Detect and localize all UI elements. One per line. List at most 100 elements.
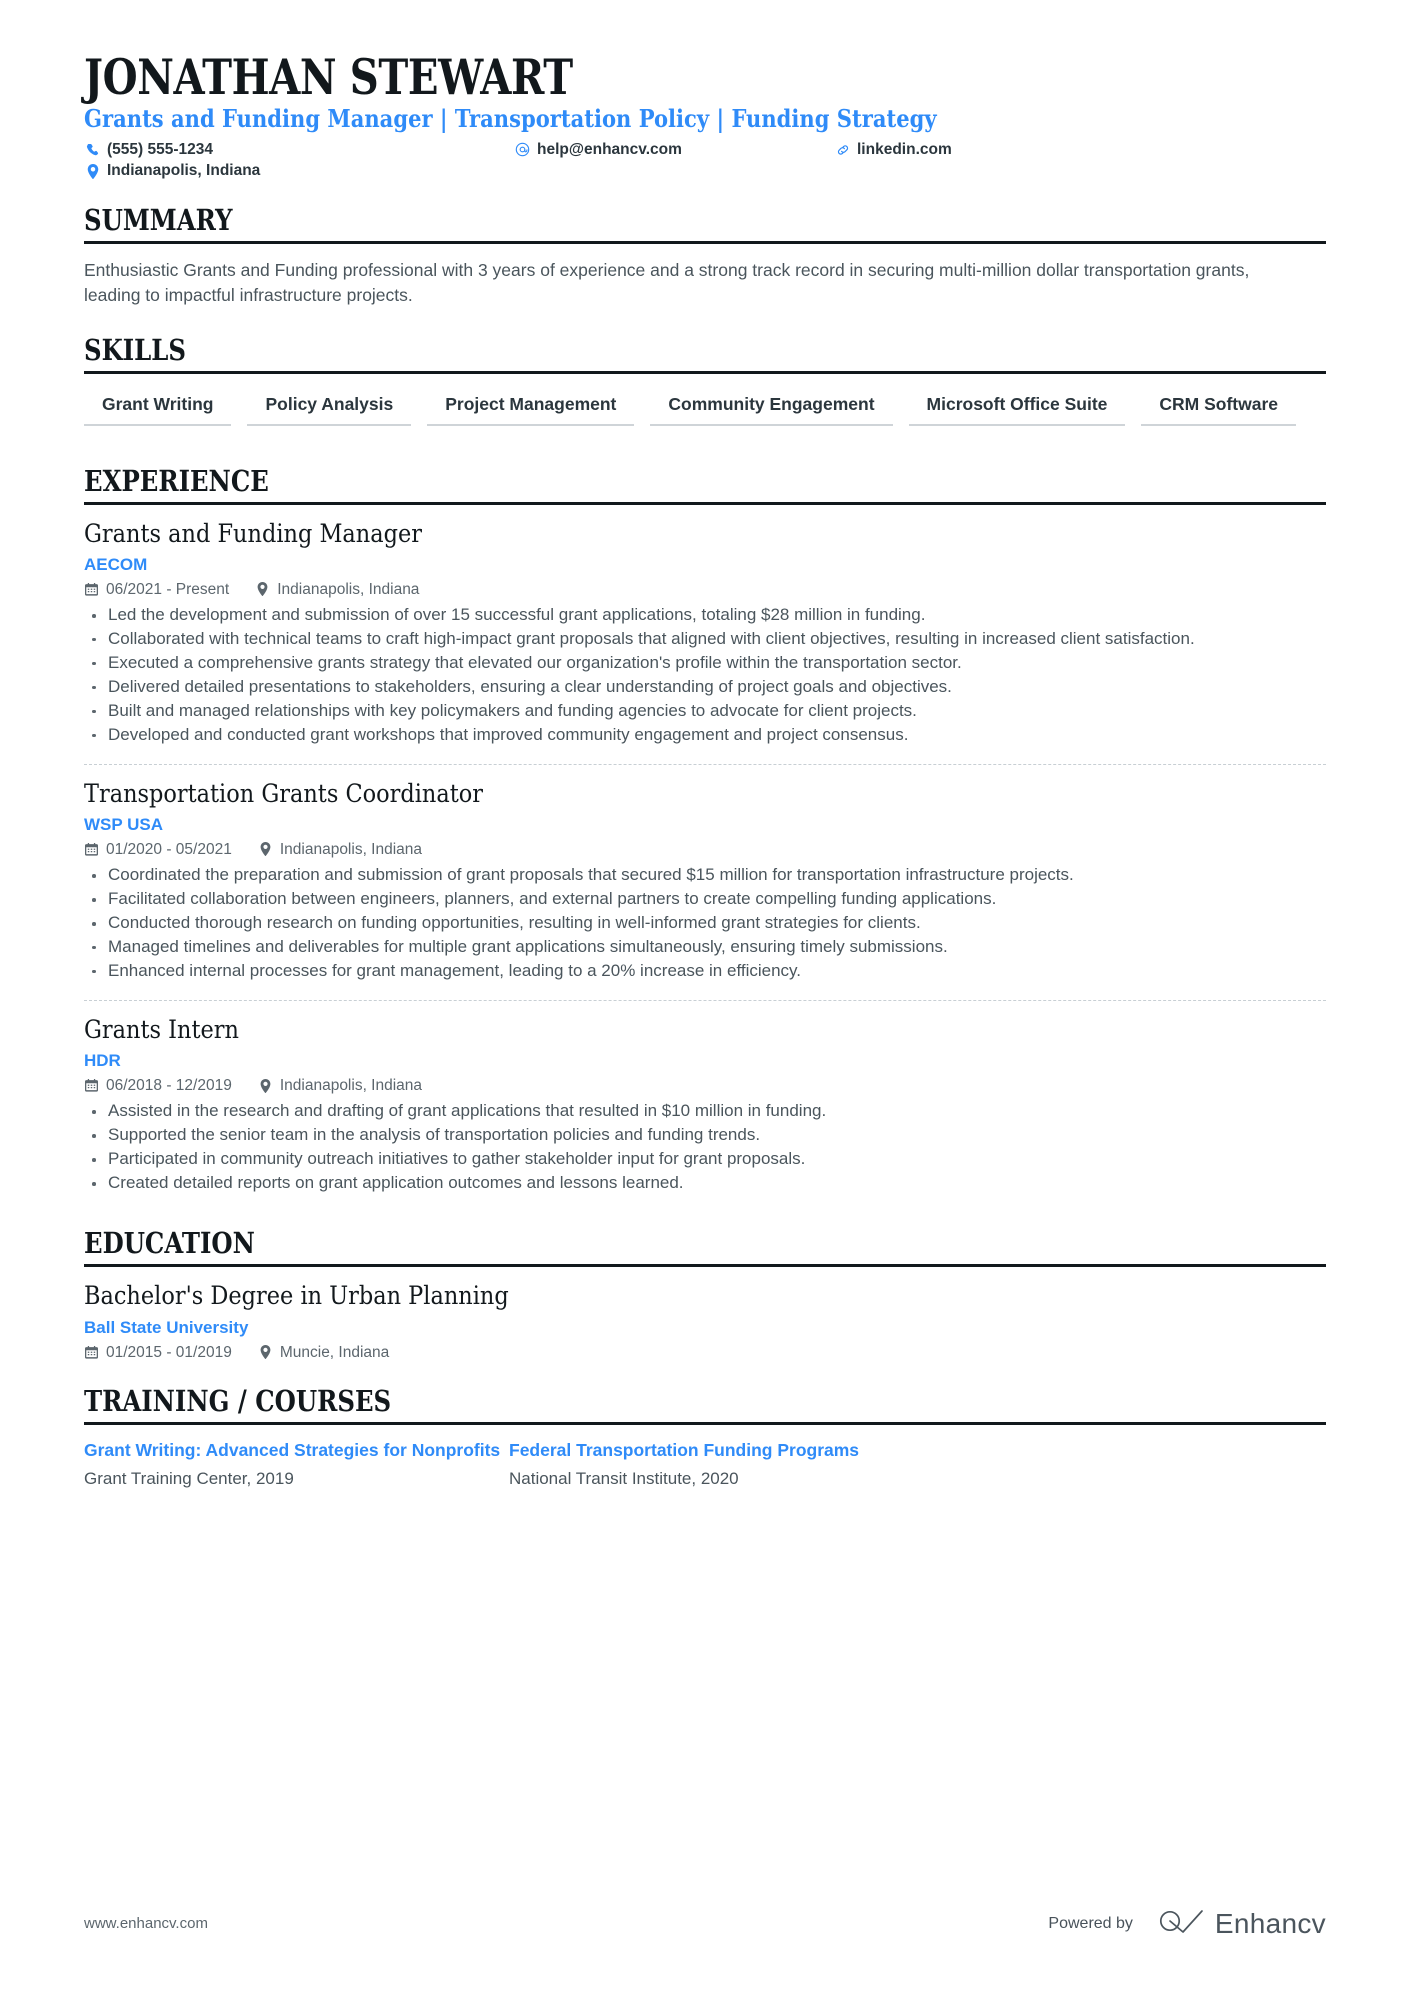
education-location-text: Muncie, Indiana: [279, 1343, 390, 1361]
section-training: TRAINING / COURSES Grant Writing: Advanc…: [84, 1385, 1326, 1490]
job-location-text: Indianapolis, Indiana: [279, 1076, 423, 1094]
summary-text: Enthusiastic Grants and Funding professi…: [84, 260, 1250, 306]
bullet-item: Enhanced internal processes for grant ma…: [84, 960, 1326, 983]
job-title: Grants Intern: [84, 1014, 239, 1045]
link-icon: [834, 142, 851, 158]
job-meta: 01/2020 - 05/2021 Indianapolis, Indiana: [84, 842, 1326, 858]
job-company: AECOM: [84, 555, 148, 575]
skill-chip: Microsoft Office Suite: [908, 388, 1126, 426]
location-icon: [84, 163, 101, 179]
contact-linkedin[interactable]: linkedin.com: [834, 142, 952, 158]
education-entry: Bachelor's Degree in Urban Planning Ball…: [84, 1281, 1326, 1360]
skill-chip: Project Management: [427, 388, 635, 426]
job-location-text: Indianapolis, Indiana: [279, 840, 423, 858]
skill-chip: Policy Analysis: [247, 388, 412, 426]
page-footer: www.enhancv.com Powered by Enhancv: [84, 1908, 1326, 1939]
experience-entry: Transportation Grants Coordinator WSP US…: [84, 763, 1326, 990]
section-title-education: EDUCATION: [84, 1226, 255, 1261]
phone-icon: [84, 142, 101, 158]
education-meta: 01/2015 - 01/2019 Muncie, Indiana: [84, 1345, 1326, 1361]
professional-headline: Grants and Funding Manager | Transportat…: [84, 104, 937, 134]
powered-by-label: Powered by: [1048, 1914, 1133, 1932]
resume-header: JONATHAN STEWART Grants and Funding Mana…: [84, 0, 1326, 179]
section-rule: [84, 1421, 1326, 1425]
job-dates-text: 01/2020 - 05/2021: [106, 840, 232, 858]
job-dates: 01/2020 - 05/2021: [84, 842, 232, 858]
footer-url[interactable]: www.enhancv.com: [84, 1915, 208, 1932]
course-name: Federal Transportation Funding Programs: [509, 1439, 860, 1460]
email-icon: [514, 142, 531, 158]
bullet-item: Supported the senior team in the analysi…: [84, 1124, 1326, 1147]
job-meta: 06/2018 - 12/2019 Indianapolis, Indiana: [84, 1078, 1326, 1094]
contact-linkedin-text: linkedin.com: [857, 141, 952, 159]
contact-block: (555) 555-1234 help@enhancv.com linkedin…: [84, 142, 1326, 180]
bullet-item: Facilitated collaboration between engine…: [84, 888, 1326, 911]
bullet-item: Participated in community outreach initi…: [84, 1148, 1326, 1171]
bullet-item: Developed and conducted grant workshops …: [84, 724, 1326, 747]
bullet-item: Managed timelines and deliverables for m…: [84, 936, 1326, 959]
job-location-text: Indianapolis, Indiana: [277, 580, 420, 598]
job-location: Indianapolis, Indiana: [255, 582, 419, 598]
job-dates: 06/2021 - Present: [84, 582, 229, 598]
education-dates-text: 01/2015 - 01/2019: [106, 1343, 232, 1361]
section-summary: SUMMARY Enthusiastic Grants and Funding …: [84, 204, 1326, 309]
section-education: EDUCATION Bachelor's Degree in Urban Pla…: [84, 1226, 1326, 1360]
job-location: Indianapolis, Indiana: [258, 1078, 422, 1094]
course-org: National Transit Institute, 2020: [509, 1469, 739, 1489]
contact-location-text: Indianapolis, Indiana: [107, 162, 261, 180]
section-title-experience: EXPERIENCE: [84, 463, 269, 498]
page-title: JONATHAN STEWART: [84, 48, 573, 106]
bullet-item: Built and managed relationships with key…: [84, 700, 1326, 723]
experience-entry: Grants and Funding Manager AECOM 06/2021…: [84, 519, 1326, 754]
bullet-item: Conducted thorough research on funding o…: [84, 912, 1326, 935]
enhancv-mark-icon: [1159, 1908, 1205, 1939]
section-title-skills: SKILLS: [84, 332, 187, 367]
contact-location: Indianapolis, Indiana: [84, 163, 260, 179]
location-icon: [255, 582, 270, 597]
bullet-item: Assisted in the research and drafting of…: [84, 1100, 1326, 1123]
education-location: Muncie, Indiana: [258, 1345, 389, 1361]
job-title: Grants and Funding Manager: [84, 518, 423, 549]
calendar-icon: [84, 1078, 99, 1093]
enhancv-logo: Enhancv: [1159, 1908, 1326, 1939]
job-title: Transportation Grants Coordinator: [84, 778, 484, 809]
footer-branding: Powered by Enhancv: [1048, 1908, 1326, 1939]
calendar-icon: [84, 842, 99, 857]
contact-phone-text: (555) 555-1234: [107, 141, 213, 159]
course-org: Grant Training Center, 2019: [84, 1469, 294, 1489]
section-experience: EXPERIENCE Grants and Funding Manager AE…: [84, 463, 1326, 1202]
course-entry: Grant Writing: Advanced Strategies for N…: [84, 1439, 509, 1490]
location-icon: [258, 1345, 273, 1360]
skill-chip: Community Engagement: [650, 388, 893, 426]
course-name: Grant Writing: Advanced Strategies for N…: [84, 1439, 501, 1460]
experience-entry: Grants Intern HDR 06/2018 - 12/2019 Indi…: [84, 999, 1326, 1202]
calendar-icon: [84, 582, 99, 597]
job-dates-text: 06/2018 - 12/2019: [106, 1076, 232, 1094]
section-rule: [84, 1263, 1326, 1267]
bullet-item: Collaborated with technical teams to cra…: [84, 628, 1326, 651]
education-dates: 01/2015 - 01/2019: [84, 1345, 232, 1361]
job-dates: 06/2018 - 12/2019: [84, 1078, 232, 1094]
section-rule: [84, 370, 1326, 374]
contact-email-text: help@enhancv.com: [537, 140, 682, 158]
job-company: HDR: [84, 1051, 121, 1071]
bullet-item: Coordinated the preparation and submissi…: [84, 864, 1326, 887]
job-dates-text: 06/2021 - Present: [106, 580, 230, 598]
skill-chip: Grant Writing: [84, 388, 232, 426]
enhancv-wordmark: Enhancv: [1214, 1907, 1326, 1939]
bullet-item: Led the development and submission of ov…: [84, 604, 1326, 627]
location-icon: [258, 1078, 273, 1093]
degree-title: Bachelor's Degree in Urban Planning: [84, 1280, 509, 1311]
job-bullets: Led the development and submission of ov…: [84, 604, 1326, 747]
section-rule: [84, 501, 1326, 505]
skill-chip: CRM Software: [1141, 388, 1297, 426]
contact-phone[interactable]: (555) 555-1234: [84, 142, 514, 158]
job-meta: 06/2021 - Present Indianapolis, Indiana: [84, 582, 1326, 598]
job-bullets: Coordinated the preparation and submissi…: [84, 864, 1326, 983]
contact-email[interactable]: help@enhancv.com: [514, 142, 834, 158]
courses-list: Grant Writing: Advanced Strategies for N…: [84, 1439, 1326, 1490]
location-icon: [258, 842, 273, 857]
job-bullets: Assisted in the research and drafting of…: [84, 1100, 1326, 1195]
bullet-item: Created detailed reports on grant applic…: [84, 1172, 1326, 1195]
resume-page: JONATHAN STEWART Grants and Funding Mana…: [0, 0, 1410, 1995]
